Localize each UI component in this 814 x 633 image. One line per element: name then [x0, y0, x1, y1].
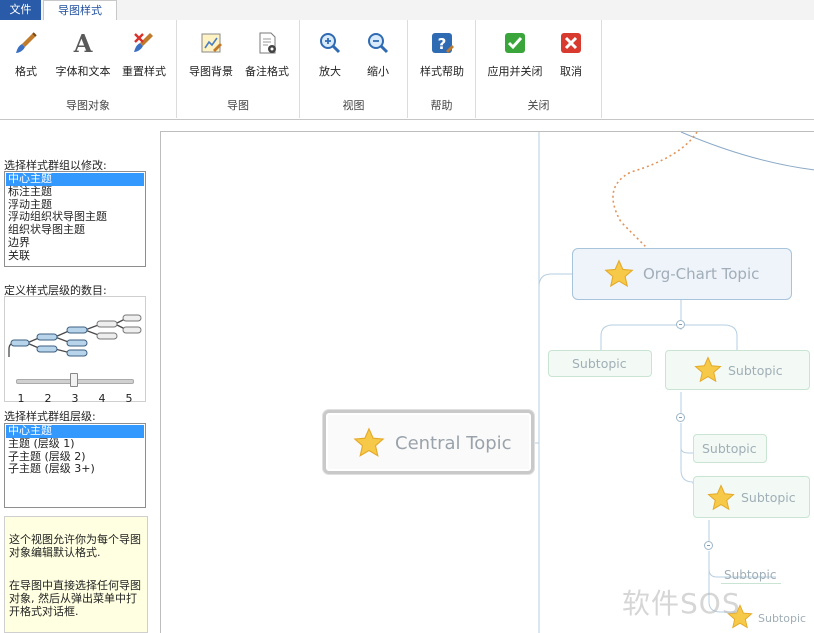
- close-icon: [561, 33, 581, 53]
- list-item[interactable]: 中心主题: [6, 424, 144, 438]
- reset-style-button[interactable]: 重置样式: [119, 28, 169, 90]
- zoom-in-button[interactable]: 放大: [305, 28, 355, 90]
- ribbon: 格式 A 字体和文本 重置样式 导图对象 导图背景 备注格式 导图 放大 缩小 …: [0, 20, 814, 120]
- star-icon: [604, 259, 634, 288]
- list-item[interactable]: 关联: [6, 249, 144, 263]
- zoom-in-icon: [320, 33, 341, 54]
- tab-map-style[interactable]: 导图样式: [43, 0, 117, 21]
- subtopic-label: Subtopic: [572, 356, 627, 371]
- slider-tick: 1: [17, 392, 25, 405]
- subtopic-label: Subtopic: [728, 363, 783, 378]
- slider-tick: 4: [98, 392, 106, 405]
- info-text-1: 这个视图允许你为每个导图对象编辑默认格式.: [9, 533, 141, 559]
- star-icon: [707, 484, 735, 511]
- subtopic-node[interactable]: Subtopic: [693, 476, 810, 518]
- level-slider-thumb[interactable]: [70, 373, 78, 387]
- subtopic-node[interactable]: Subtopic: [548, 350, 652, 377]
- group-label-map: 导图: [227, 99, 249, 112]
- paintbrush-icon: [16, 32, 37, 53]
- collapse-toggle[interactable]: [676, 320, 685, 329]
- central-topic-label: Central Topic: [395, 433, 512, 454]
- style-help-button[interactable]: ? 样式帮助: [417, 28, 467, 90]
- reset-style-label: 重置样式: [122, 65, 166, 78]
- note-format-button[interactable]: 备注格式: [242, 28, 292, 90]
- info-text-2: 在导图中直接选择任何导图对象, 然后从弹出菜单中打开格式对话框.: [9, 579, 141, 618]
- info-note: 这个视图允许你为每个导图对象编辑默认格式. 在导图中直接选择任何导图对象, 然后…: [4, 516, 148, 633]
- star-icon: [353, 427, 385, 457]
- list-item[interactable]: 中心主题: [6, 172, 144, 186]
- list-item[interactable]: 子主题 (层级 3+): [6, 463, 144, 476]
- central-topic-node[interactable]: Central Topic: [323, 410, 534, 474]
- help-icon: ?: [432, 33, 454, 53]
- subtopic-node[interactable]: Subtopic: [693, 434, 767, 463]
- slider-tick: 2: [44, 392, 52, 405]
- ribbon-group-close: 应用并关闭 取消 关闭: [476, 20, 602, 118]
- subtopic-label: Subtopic: [724, 568, 777, 582]
- note-gear-icon: [259, 32, 276, 54]
- svg-text:A: A: [73, 30, 93, 56]
- check-icon: [505, 33, 525, 53]
- collapse-toggle[interactable]: [704, 541, 713, 550]
- format-button[interactable]: 格式: [1, 28, 51, 90]
- cancel-label: 取消: [560, 65, 582, 78]
- list-item[interactable]: 主题 (层级 1): [6, 437, 144, 451]
- style-group-list[interactable]: 中心主题 标注主题 浮动主题 浮动组织状导图主题 组织状导图主题 边界 关联: [4, 171, 146, 267]
- tab-file[interactable]: 文件: [0, 0, 41, 20]
- ribbon-group-map-object: 格式 A 字体和文本 重置样式 导图对象: [0, 20, 177, 118]
- ribbon-group-view: 放大 缩小 视图: [300, 20, 408, 118]
- list-item[interactable]: 边界: [6, 236, 144, 250]
- group-label-help: 帮助: [430, 99, 453, 112]
- ribbon-group-map: 导图背景 备注格式 导图: [177, 20, 300, 118]
- font-text-label: 字体和文本: [55, 65, 111, 78]
- slider-tick: 3: [71, 392, 79, 405]
- zoom-out-label: 缩小: [367, 65, 389, 78]
- star-icon: [694, 356, 722, 383]
- zoom-out-icon: [368, 33, 389, 54]
- org-chart-topic-node[interactable]: Org-Chart Topic: [572, 248, 792, 300]
- group-label-view: 视图: [342, 99, 365, 112]
- note-format-label: 备注格式: [245, 65, 289, 78]
- subtopic-node[interactable]: Subtopic: [665, 350, 810, 390]
- collapse-toggle[interactable]: [676, 413, 685, 422]
- map-background-icon: [201, 33, 222, 53]
- level-select-label: 选择样式群组层级:: [4, 410, 96, 423]
- font-icon: A: [73, 30, 93, 56]
- reset-brush-icon: [134, 33, 153, 52]
- zoom-out-button[interactable]: 缩小: [353, 28, 403, 90]
- subtopic-label: Subtopic: [741, 490, 796, 505]
- style-level-list[interactable]: 中心主题 主题 (层级 1) 子主题 (层级 2) 子主题 (层级 3+): [4, 423, 146, 508]
- font-text-button[interactable]: A 字体和文本: [56, 28, 111, 90]
- group-label-close: 关闭: [527, 99, 550, 112]
- org-chart-topic-label: Org-Chart Topic: [643, 265, 760, 283]
- subtopic-label: Subtopic: [702, 441, 757, 456]
- watermark-text: 软件SOS: [622, 587, 741, 620]
- group-label-map-object: 导图对象: [66, 99, 110, 112]
- map-background-button[interactable]: 导图背景: [186, 28, 236, 90]
- style-panel: 选择样式群组以修改: 中心主题 标注主题 浮动主题 浮动组织状导图主题 组织状导…: [0, 120, 158, 633]
- style-help-label: 样式帮助: [420, 65, 464, 78]
- svg-text:?: ?: [438, 35, 447, 53]
- map-canvas[interactable]: Central Topic Org-Chart Topic Subtopic S…: [160, 131, 814, 633]
- subtopic-label: Subtopic: [758, 612, 807, 625]
- slider-tick: 5: [125, 392, 133, 405]
- cancel-button[interactable]: 取消: [546, 28, 596, 90]
- list-item[interactable]: 标注主题: [6, 185, 144, 199]
- apply-close-button[interactable]: 应用并关闭: [488, 28, 543, 90]
- ribbon-group-help: ? 样式帮助 帮助: [408, 20, 476, 118]
- ribbon-tab-bar: 文件 导图样式: [0, 0, 814, 21]
